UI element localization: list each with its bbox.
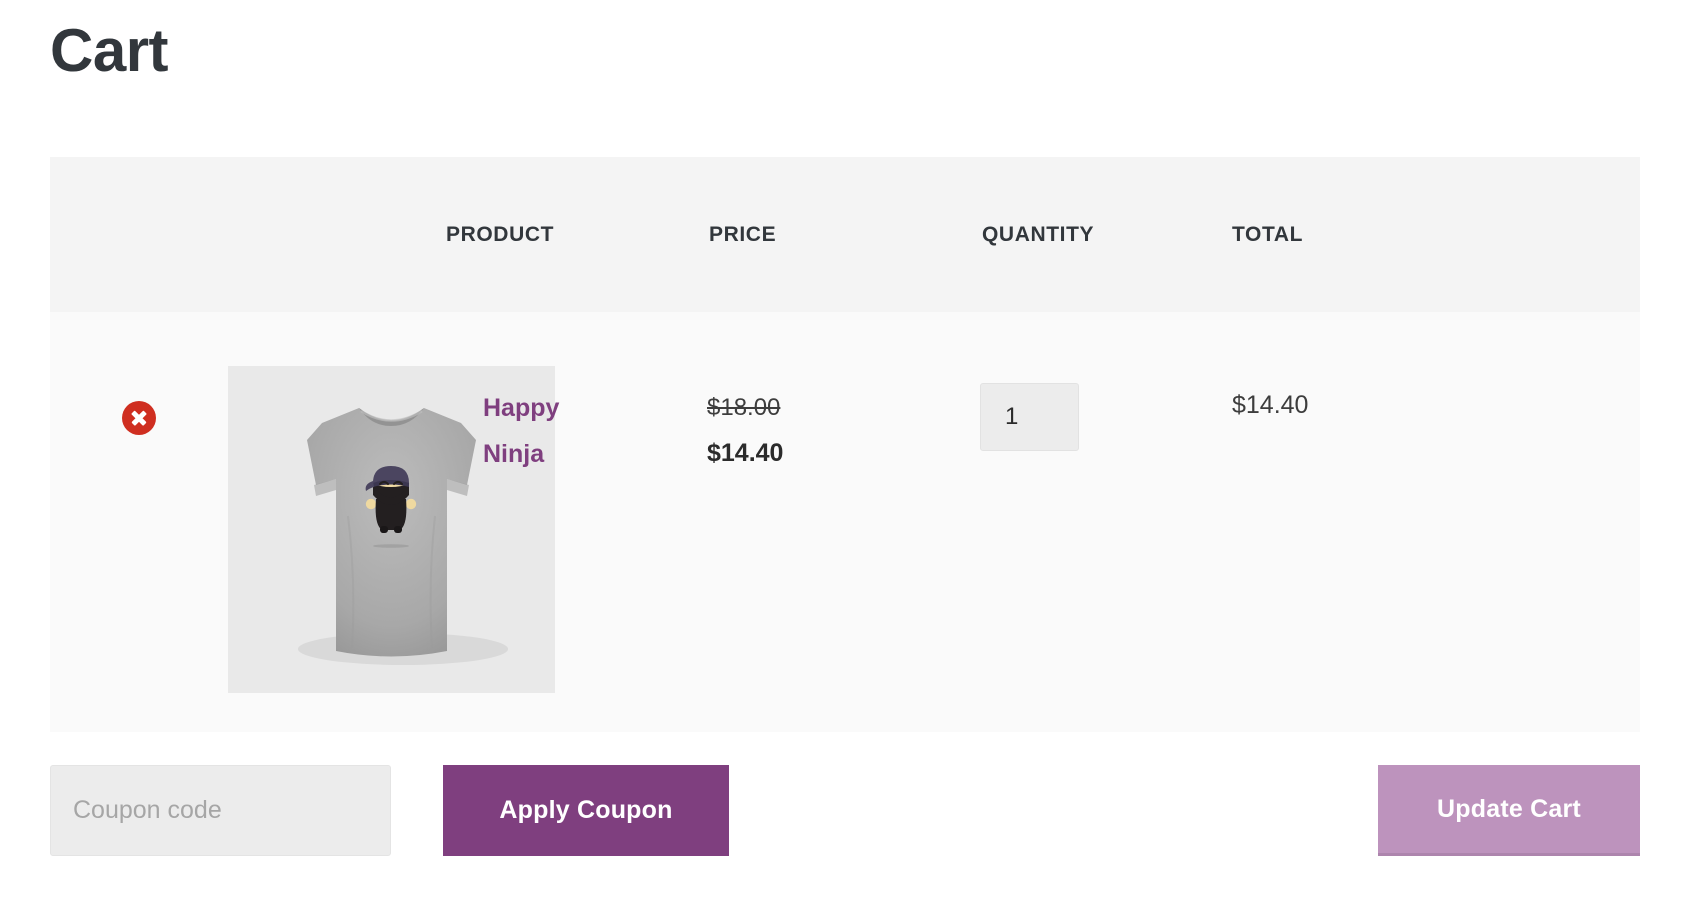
cart-actions-row: Apply Coupon Update Cart bbox=[50, 765, 1640, 859]
cell-remove bbox=[50, 312, 222, 732]
line-total: $14.40 bbox=[1232, 391, 1309, 419]
column-header-product: PRODUCT bbox=[446, 222, 555, 246]
price-group: $18.00 $14.40 bbox=[707, 386, 980, 476]
price-regular: $18.00 bbox=[707, 394, 781, 421]
cell-thumbnail bbox=[222, 312, 555, 732]
column-header-remove bbox=[50, 157, 222, 312]
page-title: Cart bbox=[50, 17, 169, 84]
table-row: Happy Ninja $18.00 $14.40 $14.40 bbox=[50, 312, 1640, 732]
price-sale: $14.40 bbox=[707, 439, 784, 468]
column-header-total: TOTAL bbox=[1232, 222, 1304, 246]
column-header-price: PRICE bbox=[709, 222, 777, 246]
remove-item-icon[interactable] bbox=[122, 401, 156, 435]
cart-table-header-row: PRODUCT PRICE QUANTITY TOTAL bbox=[50, 157, 1640, 312]
cart-page: Cart PRODUCT PRICE QUANTITY TOTAL Happy … bbox=[0, 0, 1704, 908]
cart-table-header: PRODUCT PRICE QUANTITY TOTAL bbox=[50, 157, 1640, 312]
apply-coupon-button[interactable]: Apply Coupon bbox=[443, 765, 729, 856]
quantity-input[interactable] bbox=[980, 383, 1079, 451]
coupon-code-input[interactable] bbox=[50, 765, 391, 856]
cell-quantity bbox=[980, 312, 1230, 732]
cell-total: $14.40 bbox=[1230, 312, 1640, 732]
cart-table-body: Happy Ninja $18.00 $14.40 $14.40 bbox=[50, 312, 1640, 732]
column-header-quantity: QUANTITY bbox=[982, 222, 1095, 246]
column-header-thumbnail bbox=[222, 157, 440, 312]
cart-table: PRODUCT PRICE QUANTITY TOTAL Happy Ninja… bbox=[50, 157, 1640, 732]
product-name-link[interactable]: Happy Ninja bbox=[483, 385, 603, 477]
update-cart-button[interactable]: Update Cart bbox=[1378, 765, 1640, 856]
cell-price: $18.00 $14.40 bbox=[705, 312, 980, 732]
